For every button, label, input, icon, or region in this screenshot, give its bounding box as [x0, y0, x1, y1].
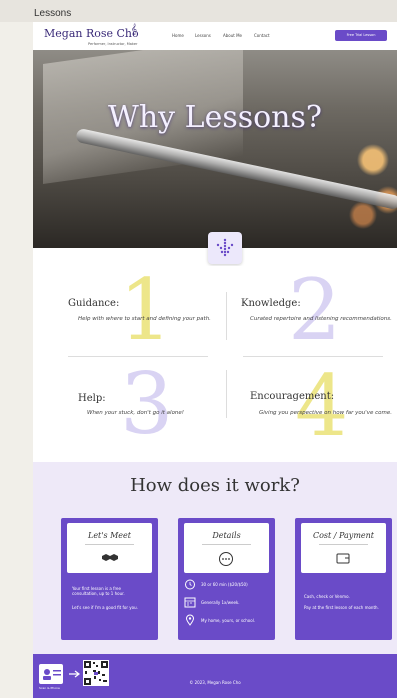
card-title-box: Details [184, 523, 269, 573]
card-cost-payment: Cost / Payment Cash, check or Venmo. Pay… [295, 518, 392, 640]
card-title: Let's Meet [88, 531, 131, 540]
why-title: Knowledge: [241, 298, 301, 309]
why-desc: Help with where to start and defining yo… [78, 316, 211, 322]
payment-line-1: Cash, check or Venmo. [304, 594, 350, 599]
handshake-icon [102, 554, 118, 561]
left-gutter [0, 22, 33, 698]
card-title-box: Cost / Payment [301, 523, 386, 573]
card-title: Cost / Payment [312, 531, 375, 540]
divider [202, 544, 251, 545]
divider [319, 544, 368, 545]
calendar-icon [184, 597, 196, 608]
why-desc: When your stuck, don't go it alone! [87, 410, 185, 416]
divider [85, 544, 134, 545]
number-3: 3 [120, 355, 174, 453]
timer-icon [185, 579, 195, 590]
how-title: How does it work? [130, 475, 300, 496]
hero-banner: Why Lessons? [33, 50, 397, 248]
brand-name[interactable]: Megan Rose Cho [44, 27, 139, 40]
copyright: © 2023, Megan Rose Cho [189, 680, 241, 685]
nav-lessons[interactable]: Lessons [195, 33, 211, 38]
why-title: Help: [78, 393, 106, 404]
detail-text: My home, yours, or school. [201, 618, 256, 623]
brand-tagline: Performer, Instructor, Maker [88, 42, 138, 46]
payment-line-2: Pay at the first lesson of each month. [304, 605, 379, 610]
why-title: Encouragement: [250, 391, 335, 402]
clef-icon: 𝄞 [131, 24, 137, 35]
site-footer: Scan & Phone © 2023, Megan Rose Cho [33, 654, 397, 698]
meet-line-1: Your first lesson is a free consultation… [72, 586, 125, 597]
nav-contact[interactable]: Contact [254, 33, 270, 38]
location-pin-icon [185, 614, 195, 626]
card-title-box: Let's Meet [67, 523, 152, 573]
arrow-right-icon [69, 670, 80, 678]
number-4: 4 [295, 357, 349, 455]
site-header: Megan Rose Cho 𝄞 Performer, Instructor, … [33, 22, 397, 50]
nav-home[interactable]: Home [172, 33, 184, 38]
arrow-down-icon [216, 238, 234, 257]
meet-line-2: Let's see if I'm a good fit for you. [72, 605, 138, 610]
detail-text: Generally 1x/week. [201, 600, 240, 605]
card-label: Scan & Phone [39, 686, 60, 690]
wallet-icon [336, 553, 350, 564]
nav-about[interactable]: About Me [223, 33, 242, 38]
number-2: 2 [288, 261, 342, 359]
divider [226, 370, 227, 418]
hero-title: Why Lessons? [108, 100, 322, 135]
card-title: Details [212, 531, 241, 540]
why-desc: Giving you perspective on how far you've… [259, 410, 393, 416]
page: Megan Rose Cho 𝄞 Performer, Instructor, … [33, 22, 397, 698]
free-trial-button[interactable]: Free Trial Lesson [335, 30, 387, 41]
how-section: How does it work? Let's Meet Your first … [33, 462, 397, 654]
number-1: 1 [119, 261, 173, 359]
more-options-icon [219, 552, 233, 566]
divider [226, 292, 227, 340]
card-details: Details 30 or 60 min ($20/$50) Generally… [178, 518, 275, 640]
why-section: 1 Guidance: Help with where to start and… [33, 266, 397, 462]
scroll-down-button[interactable] [208, 232, 242, 264]
card-lets-meet: Let's Meet Your first lesson is a free c… [61, 518, 158, 640]
window-title: Lessons [0, 0, 397, 22]
why-desc: Curated repertoire and listening recomme… [250, 316, 392, 322]
why-title: Guidance: [68, 298, 120, 309]
detail-text: 30 or 60 min ($20/$50) [201, 582, 248, 587]
